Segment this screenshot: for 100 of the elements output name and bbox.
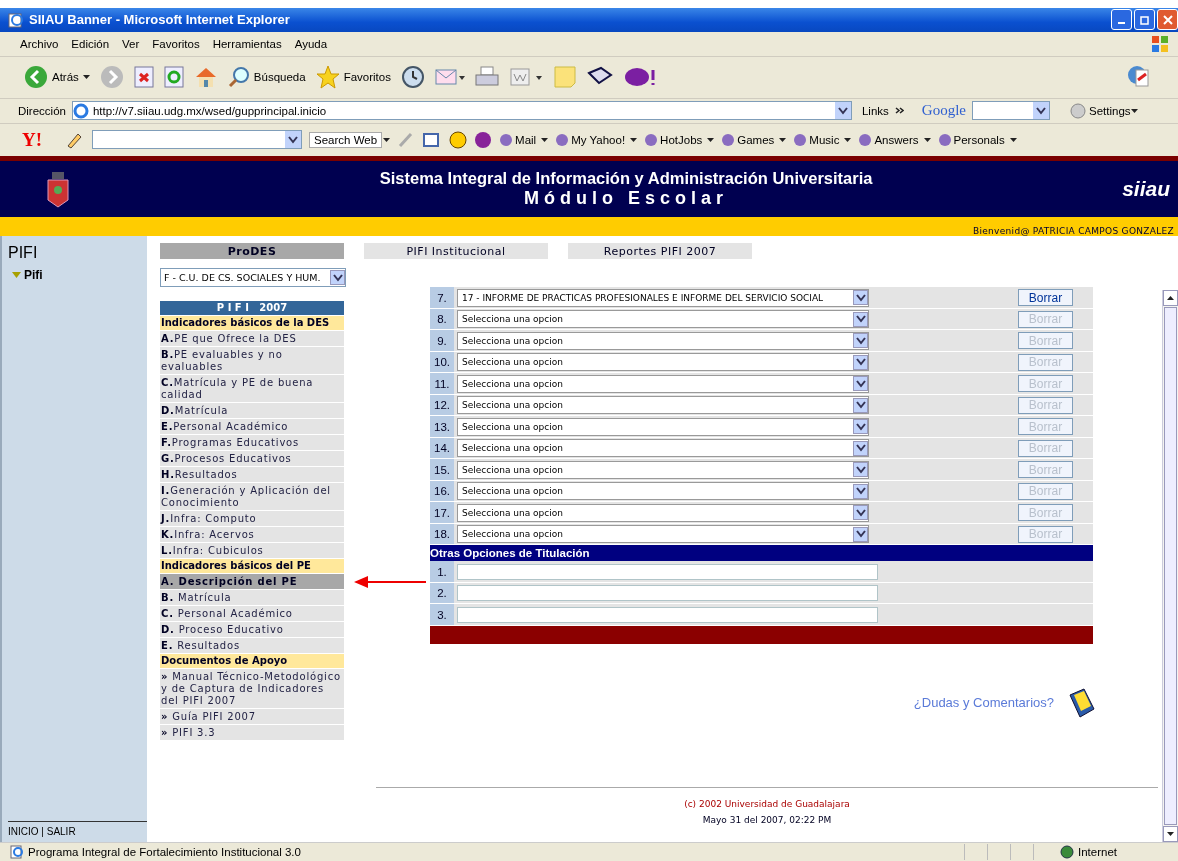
history-icon[interactable] xyxy=(400,65,425,90)
circle-icon xyxy=(793,132,808,147)
toolbar-link[interactable]: My Yahoo! xyxy=(555,132,626,147)
address-field[interactable]: http://v7.siiau.udg.mx/wsed/gupprincipal.inicio xyxy=(71,101,852,121)
search-button[interactable]: Búsqueda xyxy=(227,66,306,89)
toolbar-link[interactable]: Music xyxy=(793,132,840,147)
menu-item[interactable]: Ver xyxy=(122,37,140,50)
printer-icon[interactable] xyxy=(474,66,499,89)
caret-icon[interactable] xyxy=(541,137,549,142)
row-number: 2. xyxy=(430,582,454,604)
row-number: 9. xyxy=(430,330,454,351)
chevrons-icon[interactable] xyxy=(894,107,904,115)
section-heading: Otras Opciones de Titulación xyxy=(430,545,1093,562)
row-number: 16. xyxy=(430,480,454,502)
settings-button[interactable]: Settings xyxy=(1069,102,1131,119)
menu-item[interactable]: » Guía PIFI 2007 xyxy=(160,709,344,725)
scroll-down-icon[interactable] xyxy=(1167,832,1174,836)
shield-logo xyxy=(46,170,70,209)
stop-icon[interactable] xyxy=(133,66,154,89)
search-icon xyxy=(227,66,250,89)
caret-icon[interactable] xyxy=(923,137,931,142)
menu-item[interactable]: D.Matrícula xyxy=(160,403,344,419)
help-link[interactable]: ¿Dudas y Comentarios? xyxy=(913,695,1054,711)
refresh-icon[interactable] xyxy=(163,66,184,89)
home-logout-links[interactable]: INICIO | SALIR xyxy=(8,821,147,837)
caret-icon[interactable] xyxy=(707,137,715,142)
google-search-field[interactable] xyxy=(971,101,1050,121)
close-icon xyxy=(1162,14,1173,25)
menu-section-heading: Indicadores básicos del PE xyxy=(160,559,344,574)
word-icon[interactable] xyxy=(508,66,543,89)
menu-item[interactable]: B. Matrícula xyxy=(160,590,344,606)
toolbar-link[interactable]: Games xyxy=(721,132,775,147)
scrollbar[interactable] xyxy=(1162,290,1178,842)
text-field[interactable] xyxy=(457,563,878,580)
window-title: SIIAU Banner - Microsoft Internet Explorer xyxy=(29,12,290,28)
caret-icon[interactable] xyxy=(82,75,90,80)
maximize-button[interactable] xyxy=(1134,9,1155,31)
links-button[interactable]: Links xyxy=(861,104,889,117)
menu-item[interactable]: K.Infra: Acervos xyxy=(160,527,344,543)
menu-section-heading: Indicadores básicos de la DES xyxy=(160,316,344,331)
close-button[interactable] xyxy=(1157,9,1178,31)
minimize-button[interactable] xyxy=(1111,9,1132,31)
toolbar-link[interactable]: Answers xyxy=(858,132,919,147)
caret-icon[interactable] xyxy=(1009,137,1017,142)
menu-item[interactable]: H.Resultados xyxy=(160,467,344,483)
tree-item[interactable]: Pifi xyxy=(24,268,43,283)
menu-item[interactable]: L.Infra: Cubiculos xyxy=(160,543,344,559)
menu-item[interactable]: C.Matrícula y PE de buena calidad xyxy=(160,375,344,403)
menu-item[interactable]: A.PE que Ofrece la DES xyxy=(160,331,344,347)
menu-item[interactable]: Favoritos xyxy=(152,37,200,50)
menu-item[interactable]: C. Personal Académico xyxy=(160,606,344,622)
row-number: 15. xyxy=(430,459,454,480)
toolbar-link[interactable]: Mail xyxy=(499,132,537,147)
tab[interactable]: ProDES xyxy=(160,243,344,260)
minimize-icon xyxy=(1118,22,1125,25)
text-field[interactable] xyxy=(457,606,878,623)
menu-item[interactable]: Herramientas xyxy=(212,37,282,50)
tab[interactable]: PIFI Institucional xyxy=(364,243,548,260)
row-number: 11. xyxy=(430,373,454,394)
menu-item[interactable]: E.Personal Académico xyxy=(160,419,344,435)
search-field[interactable] xyxy=(92,130,302,150)
option-select[interactable]: 17 - INFORME DE PRACTICAS PROFESIONALES E INFORME DEL SERVICIO SOCIAL xyxy=(457,288,869,307)
search-web-button[interactable]: Search Web xyxy=(309,131,383,148)
caret-icon[interactable] xyxy=(779,137,787,142)
menu-item[interactable]: B.PE evaluables y no evaluables xyxy=(160,347,344,375)
menu-item[interactable]: D. Proceso Educativo xyxy=(160,622,344,638)
google-logo: Google xyxy=(921,102,966,120)
menu-item[interactable]: J.Infra: Computo xyxy=(160,511,344,527)
toolbar-link[interactable]: Personals xyxy=(937,132,1005,147)
copyright-text: (c) 2002 Universidad de Guadalajara xyxy=(684,799,850,809)
back-button[interactable]: Atrás xyxy=(24,65,79,90)
caret-icon[interactable] xyxy=(383,137,391,142)
row-number: 3. xyxy=(430,604,454,625)
circle-icon xyxy=(937,132,952,147)
menu-item[interactable]: Edición xyxy=(71,37,110,50)
delete-button[interactable]: Borrar xyxy=(1018,289,1073,307)
row-number: 1. xyxy=(430,561,454,582)
menu-item[interactable]: » PIFI 3.3 xyxy=(160,725,344,741)
help-book-icon[interactable] xyxy=(1066,686,1096,719)
favorites-button[interactable]: Favoritos xyxy=(315,65,391,90)
menu-item[interactable]: F.Programas Educativos xyxy=(160,435,344,451)
menu-item[interactable]: Ayuda xyxy=(294,37,328,50)
menu-item[interactable]: A. Descripción del PE xyxy=(160,574,344,590)
menu-item[interactable]: G.Procesos Educativos xyxy=(160,451,344,467)
row-number: 12. xyxy=(430,394,454,416)
caret-icon[interactable] xyxy=(630,137,638,142)
prodes-select[interactable]: F - C.U. DE CS. SOCIALES Y HUM. xyxy=(160,268,346,288)
caret-icon[interactable] xyxy=(1130,108,1138,113)
menu-item[interactable]: E. Resultados xyxy=(160,638,344,654)
menu-item[interactable]: » Manual Técnico-Metodológico y de Captura de Indicadores del PIFI 2007 xyxy=(160,669,344,709)
menu-item[interactable]: I.Generación y Aplicación del Conocimiento xyxy=(160,483,344,511)
yahoo-logo[interactable]: Y! xyxy=(22,128,58,151)
scroll-up-icon[interactable] xyxy=(1167,296,1174,301)
row-number: 8. xyxy=(430,308,454,330)
text-field[interactable] xyxy=(457,585,878,602)
menu-item[interactable]: Archivo xyxy=(20,37,59,50)
tab[interactable]: Reportes PIFI 2007 xyxy=(568,243,752,260)
toolbar-link[interactable]: HotJobs xyxy=(644,132,703,147)
windows-logo-icon xyxy=(1150,34,1170,53)
caret-icon[interactable] xyxy=(844,137,852,142)
